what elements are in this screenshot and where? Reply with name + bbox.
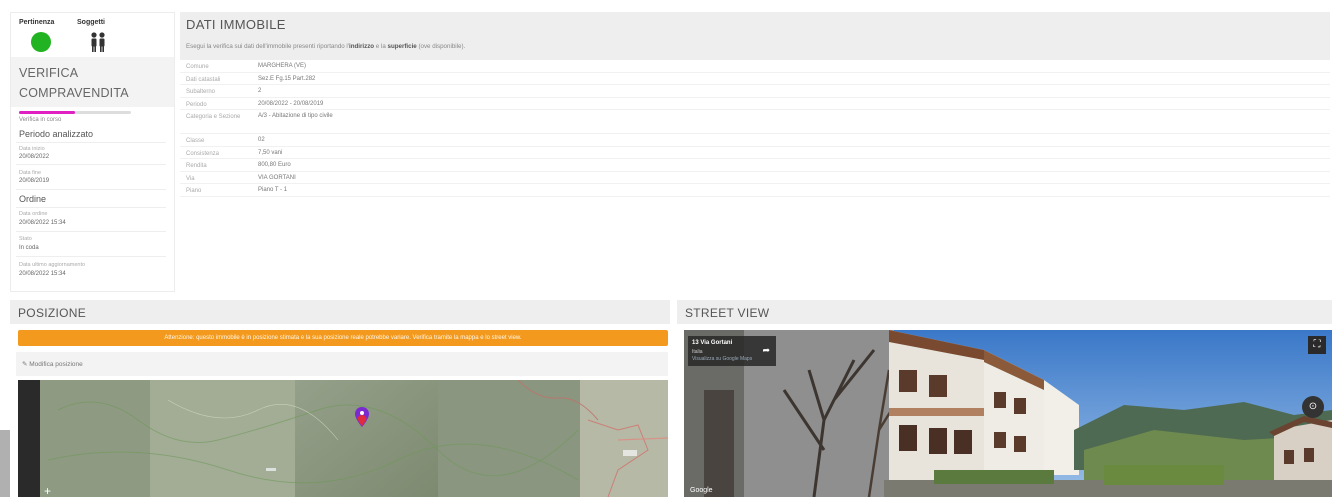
row-key: Dati catastali [186, 76, 221, 83]
row-key: Via [186, 175, 195, 182]
row-key: Consistenza [186, 150, 220, 157]
street-view-title: STREET VIEW [685, 306, 770, 320]
map-sidebar-strip [18, 380, 40, 497]
modifica-posizione-link[interactable]: ✎ Modifica posizione [22, 360, 83, 368]
row-key: Periodo [186, 101, 207, 108]
map-marker-icon[interactable] [355, 407, 369, 427]
street-view-imagery [684, 330, 1332, 497]
row-key: Rendita [186, 163, 207, 169]
dati-immobile-description: Esegui la verifica sui dati dell'immobil… [186, 43, 466, 50]
map-imagery [40, 380, 668, 497]
data-fine-value: 20/08/2019 [19, 178, 50, 184]
people-icon [91, 32, 105, 52]
row-key: Piano [186, 188, 202, 194]
ordine-title: Ordine [19, 194, 47, 204]
verifica-title-box: VERIFICA COMPRAVENDITA [11, 57, 174, 107]
street-view-address: 13 Via Gortani [692, 340, 733, 346]
divider [16, 207, 166, 208]
street-view-address-card[interactable]: 13 Via Gortani Italia Visualizza su Goog… [688, 336, 776, 366]
google-logo: Google [690, 487, 713, 494]
dati-immobile-title: DATI IMMOBILE [186, 17, 286, 32]
data-ultimo-value: 20/08/2022 15:34 [19, 271, 66, 277]
table-row: Categoria e Sezione A/3 - Abitazione di t… [180, 110, 1330, 134]
fullscreen-icon[interactable]: ⛶ [1308, 336, 1326, 354]
table-row: Consistenza 7,50 vani [180, 147, 1330, 159]
position-warning-alert: Attenzione: questo immobile è in posizio… [18, 330, 668, 346]
status-ok-icon [31, 32, 51, 52]
stato-label: Stato [19, 236, 32, 242]
street-view-maps-link[interactable]: Visualizza su Google Maps [692, 356, 752, 362]
row-value: 02 [258, 137, 265, 143]
table-row: Subalterno 2 [180, 85, 1330, 98]
data-fine-label: Data fine [19, 170, 42, 176]
data-ordine-value: 20/08/2022 15:34 [19, 220, 66, 226]
table-row: Classe 02 [180, 134, 1330, 147]
divider [16, 142, 166, 143]
table-row: Dati catastali Sez.E Fg.15 Part.282 [180, 73, 1330, 85]
divider [16, 231, 166, 232]
periodo-title: Periodo analizzato [19, 129, 94, 139]
dati-immobile-section: DATI IMMOBILE Esegui la verifica sui dat… [180, 12, 1330, 227]
status-row: Pertinenza Soggetti [19, 19, 129, 59]
street-view-panorama[interactable]: 13 Via Gortani Italia Visualizza su Goog… [684, 330, 1332, 497]
street-view-header: STREET VIEW [677, 300, 1332, 324]
satellite-map[interactable]: + [18, 380, 668, 497]
data-ultimo-label: Data ultimo aggiornamento [19, 262, 86, 268]
divider [16, 164, 166, 165]
data-ordine-label: Data ordine [19, 211, 48, 217]
compass-icon[interactable]: ⊙ [1302, 396, 1324, 418]
status-label-soggetti: Soggetti [77, 19, 105, 26]
row-key: Subalterno [186, 89, 216, 95]
divider [16, 189, 166, 190]
data-inizio-value: 20/08/2022 [19, 154, 50, 160]
row-value: A/3 - Abitazione di tipo civile [258, 113, 333, 119]
data-inizio-label: Data inizio [19, 146, 45, 152]
row-value: VIA GORTANI [258, 174, 296, 181]
row-value: 20/08/2022 - 20/08/2019 [258, 100, 324, 107]
verification-panel: Pertinenza Soggetti VERIFICA COMPRAVENDI… [10, 12, 175, 292]
row-value: Piano T - 1 [258, 187, 288, 193]
map-zoom-button[interactable]: + [44, 484, 51, 497]
stato-value: In coda [19, 245, 39, 251]
verifica-title-line1: VERIFICA [19, 66, 79, 80]
table-row: Via VIA GORTANI [180, 172, 1330, 184]
row-key: Categoria e Sezione [186, 114, 241, 120]
dati-immobile-table: Comune MARGHERA (VE) Dati catastali Sez.E … [180, 60, 1330, 197]
table-row: Periodo 20/08/2022 - 20/08/2019 [180, 98, 1330, 110]
verification-progress-bar [19, 111, 131, 114]
row-value: 7,50 vani [258, 149, 283, 156]
directions-icon[interactable]: ➦ [762, 345, 770, 356]
dati-immobile-header: DATI IMMOBILE Esegui la verifica sui dat… [180, 12, 1330, 60]
posizione-title: POSIZIONE [18, 306, 87, 320]
row-value: 2 [258, 88, 262, 94]
row-value: MARGHERA (VE) [258, 63, 307, 69]
status-label-pertinenza: Pertinenza [19, 19, 55, 26]
row-value: 800,80 Euro [258, 162, 291, 168]
table-row: Comune MARGHERA (VE) [180, 60, 1330, 73]
verifica-title-line2: COMPRAVENDITA [19, 86, 129, 100]
modifica-posizione-bar: ✎ Modifica posizione [16, 352, 668, 376]
row-value: Sez.E Fg.15 Part.282 [258, 75, 316, 82]
progress-fill [19, 111, 75, 114]
divider [16, 256, 166, 257]
row-key: Comune [186, 64, 209, 70]
table-row: Rendita 800,80 Euro [180, 159, 1330, 172]
table-row: Piano Piano T - 1 [180, 184, 1330, 197]
progress-caption: Verifica in corso [19, 117, 62, 123]
scroll-edge [0, 430, 10, 497]
posizione-header: POSIZIONE [10, 300, 670, 324]
street-view-country: Italia [692, 349, 703, 355]
row-key: Classe [186, 138, 205, 144]
